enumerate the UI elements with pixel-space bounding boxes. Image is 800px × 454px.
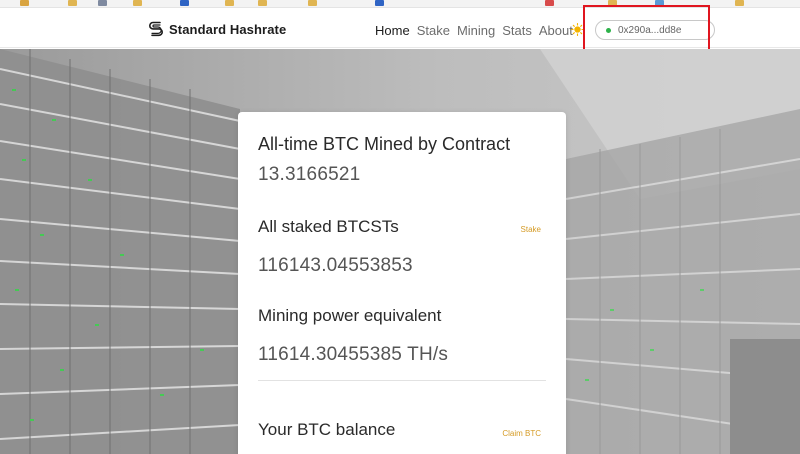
staked-title: All staked BTCSTs xyxy=(258,217,399,236)
bookmark-icon[interactable] xyxy=(735,0,744,6)
main-nav: Home Stake Mining Stats About xyxy=(375,23,580,38)
brand[interactable]: Standard Hashrate xyxy=(148,19,286,39)
btc-mined-value: 13.3166521 xyxy=(258,164,361,185)
mining-power-title: Mining power equivalent xyxy=(258,306,442,325)
nav-stake[interactable]: Stake xyxy=(417,23,450,38)
nav-home[interactable]: Home xyxy=(375,23,410,38)
bookmark-icon[interactable] xyxy=(180,0,189,6)
bookmark-icon[interactable] xyxy=(98,0,107,6)
bookmark-icon[interactable] xyxy=(20,0,29,6)
staked-value: 116143.04553853 xyxy=(258,255,413,276)
brand-name: Standard Hashrate xyxy=(169,21,287,37)
bookmark-icon[interactable] xyxy=(225,0,234,6)
bookmark-icon[interactable] xyxy=(133,0,142,6)
bookmark-icon[interactable] xyxy=(68,0,77,6)
nav-mining[interactable]: Mining xyxy=(457,23,495,38)
claim-btc-link[interactable]: Claim BTC xyxy=(502,429,541,438)
stats-card: All-time BTC Mined by Contract 13.316652… xyxy=(238,112,566,454)
stake-link[interactable]: Stake xyxy=(521,225,541,234)
btc-balance-title: Your BTC balance xyxy=(258,420,396,439)
mining-power-value: 11614.30455385 TH/s xyxy=(258,344,449,365)
bookmark-icon[interactable] xyxy=(375,0,384,6)
brand-logo-icon xyxy=(149,21,163,37)
nav-about[interactable]: About xyxy=(539,23,573,38)
divider xyxy=(258,380,546,381)
bookmark-icon[interactable] xyxy=(308,0,317,6)
bookmark-icon[interactable] xyxy=(258,0,267,6)
btc-mined-title: All-time BTC Mined by Contract xyxy=(258,134,511,154)
bookmark-icon[interactable] xyxy=(545,0,554,6)
nav-stats[interactable]: Stats xyxy=(502,23,532,38)
